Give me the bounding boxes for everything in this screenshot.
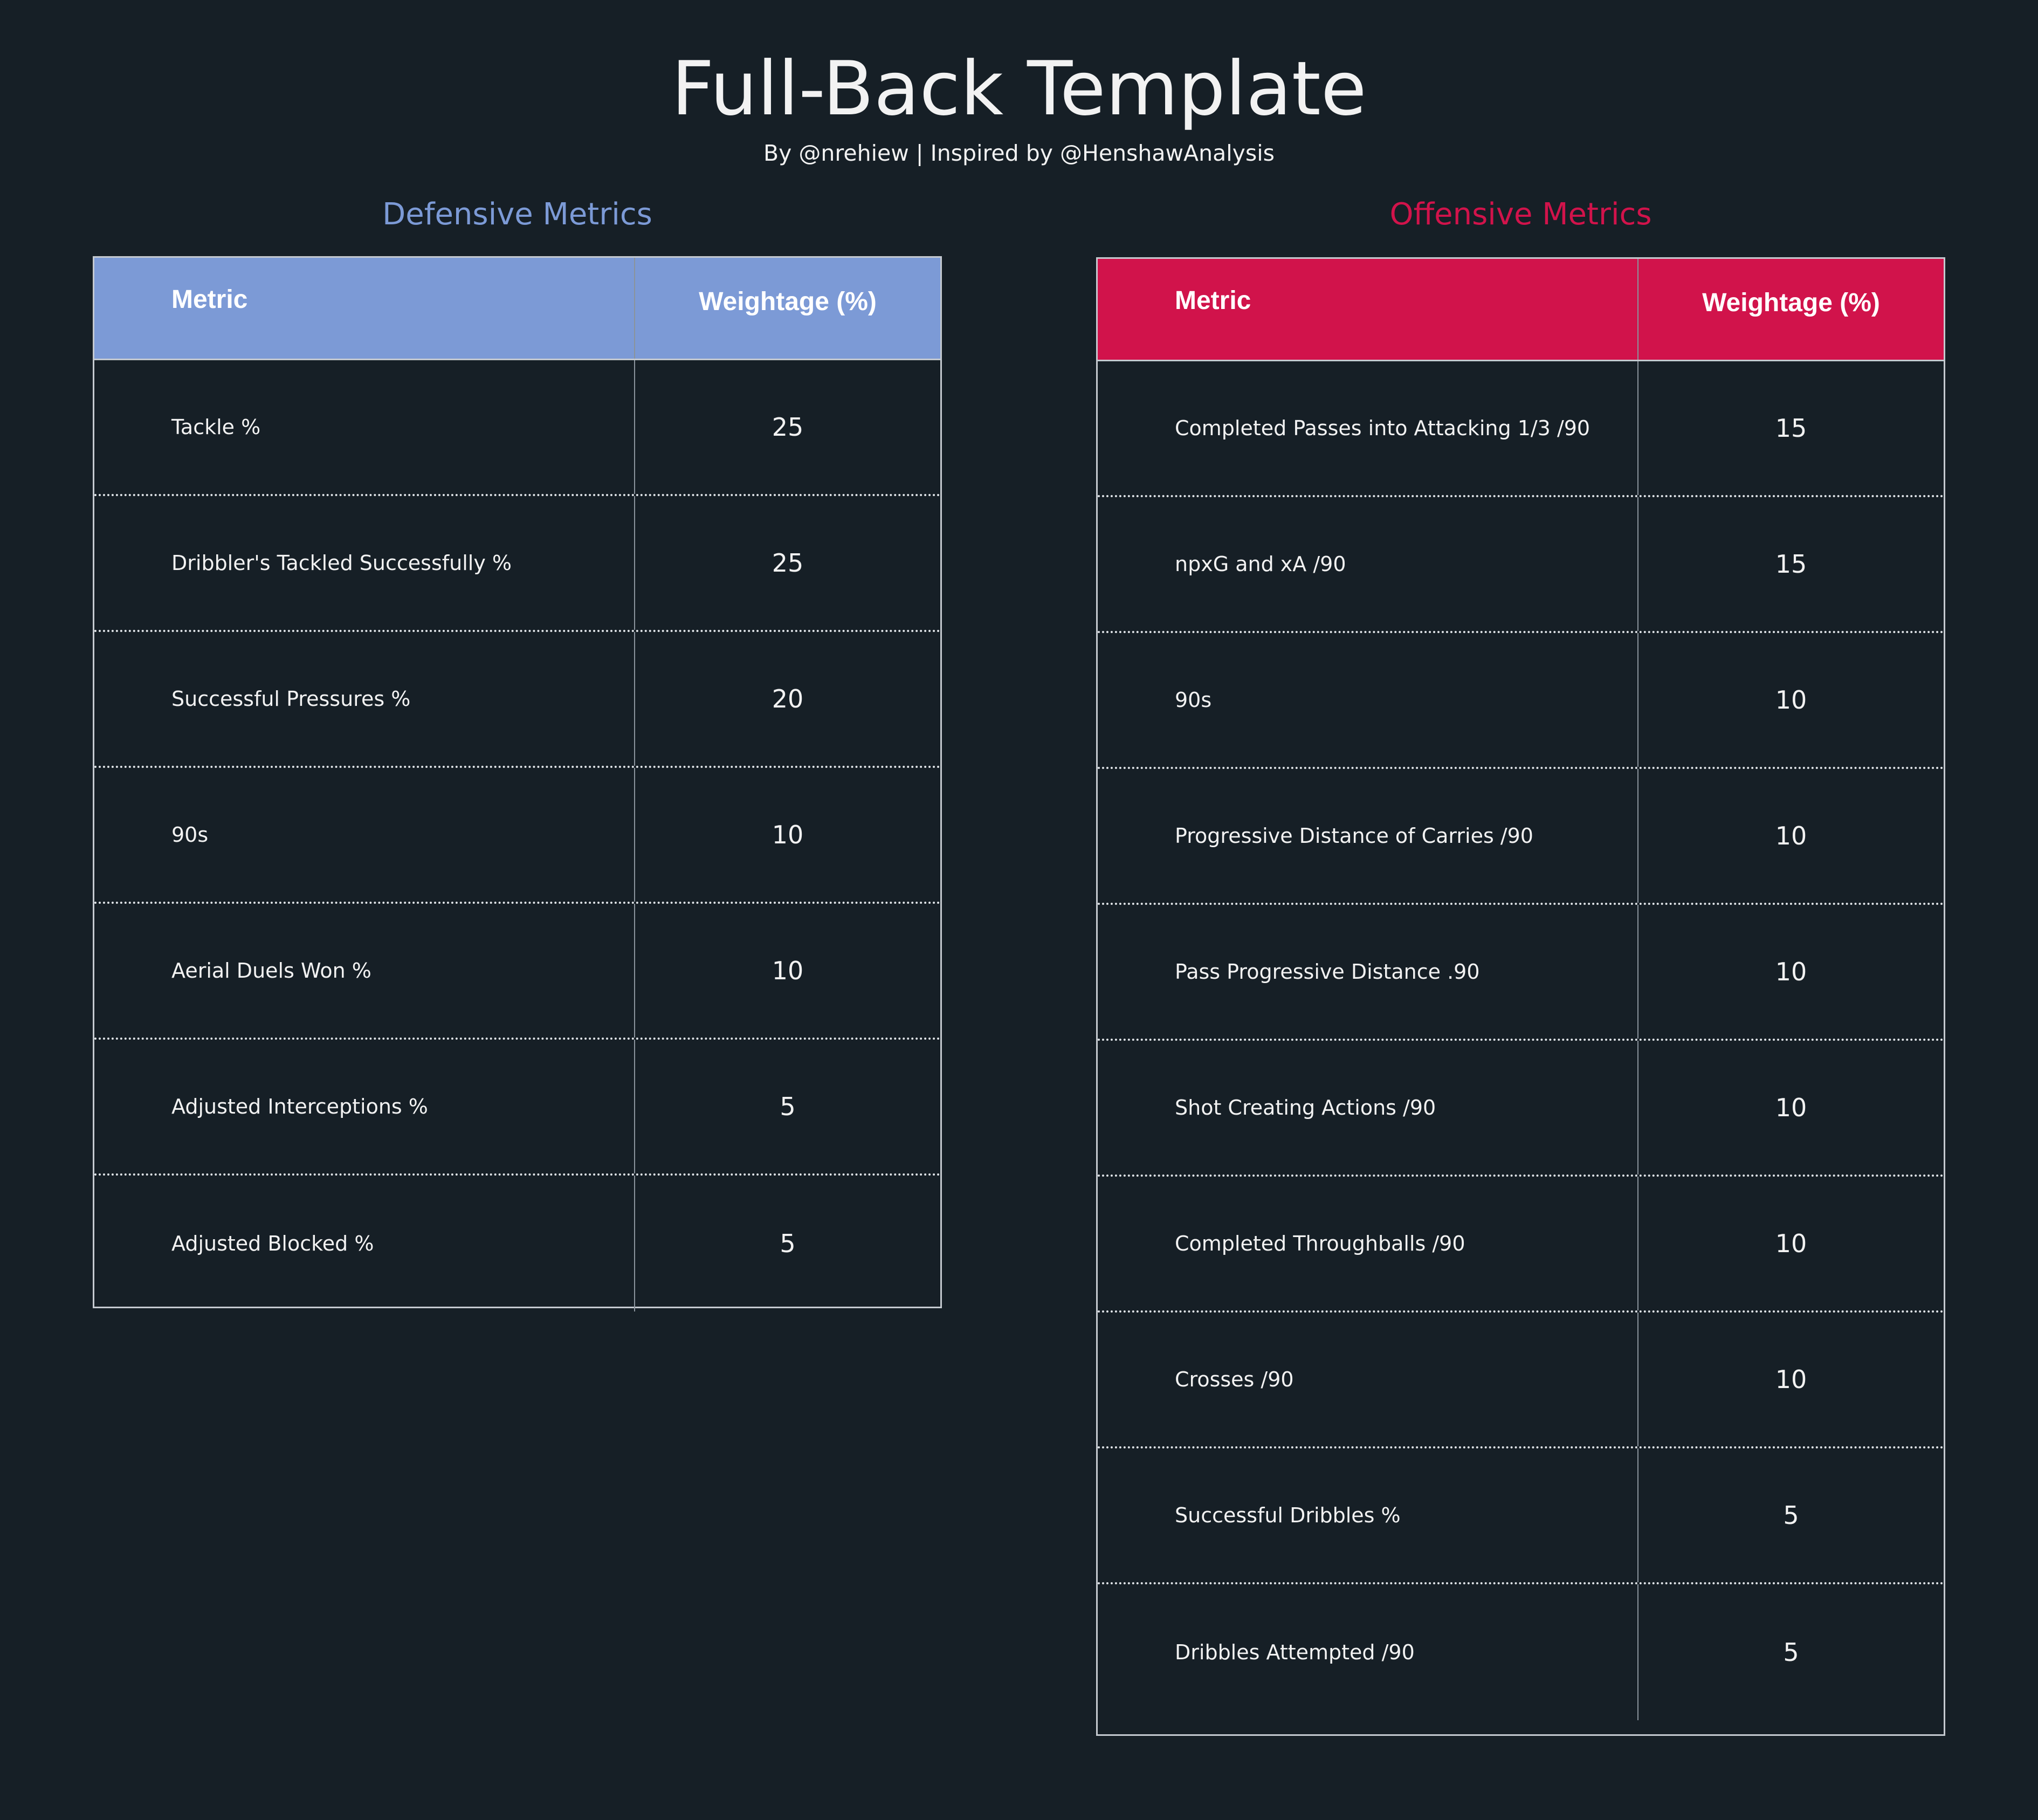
offensive-metric-cell: Completed Throughballs /90 bbox=[1098, 1177, 1638, 1310]
defensive-table-body: Tackle % 25 Dribbler's Tackled Successfull… bbox=[94, 360, 940, 1311]
defensive-header-weightage: Weightage (%) bbox=[699, 287, 877, 316]
offensive-header-weightage: Weightage (%) bbox=[1702, 289, 1880, 317]
defensive-metric-cell: Successful Pressures % bbox=[94, 632, 635, 766]
defensive-table-row: Adjusted Interceptions % 5 bbox=[94, 1040, 940, 1176]
offensive-metric-cell: Pass Progressive Distance .90 bbox=[1098, 905, 1638, 1039]
offensive-weightage-cell: 5 bbox=[1783, 1638, 1799, 1667]
defensive-weightage-cell: 10 bbox=[772, 820, 804, 849]
page-title: Full-Back Template bbox=[671, 45, 1367, 132]
defensive-table-row: Dribbler's Tackled Successfully % 25 bbox=[94, 496, 940, 632]
defensive-table-row: Adjusted Blocked % 5 bbox=[94, 1176, 940, 1311]
offensive-header-metric: Metric bbox=[1098, 259, 1638, 360]
offensive-table-body: Completed Passes into Attacking 1/3 /90 1… bbox=[1098, 361, 1944, 1720]
offensive-metric-cell: Successful Dribbles % bbox=[1098, 1448, 1638, 1582]
defensive-header-metric: Metric bbox=[94, 258, 635, 359]
offensive-table-row: Completed Throughballs /90 10 bbox=[1098, 1177, 1944, 1313]
defensive-weightage-cell: 5 bbox=[780, 1229, 796, 1258]
offensive-table-row: Dribbles Attempted /90 5 bbox=[1098, 1584, 1944, 1720]
defensive-metric-cell: 90s bbox=[94, 768, 635, 902]
defensive-metric-cell: Aerial Duels Won % bbox=[94, 904, 635, 1038]
defensive-table-row: Successful Pressures % 20 bbox=[94, 632, 940, 768]
defensive-metrics-title: Defensive Metrics bbox=[382, 197, 652, 232]
defensive-table-row: Tackle % 25 bbox=[94, 360, 940, 496]
defensive-metric-cell: Adjusted Blocked % bbox=[94, 1176, 635, 1311]
offensive-weightage-cell: 10 bbox=[1775, 1365, 1807, 1394]
offensive-weightage-cell: 10 bbox=[1775, 821, 1807, 850]
offensive-table-row: Pass Progressive Distance .90 10 bbox=[1098, 905, 1944, 1041]
defensive-table-row: Aerial Duels Won % 10 bbox=[94, 904, 940, 1040]
offensive-weightage-cell: 10 bbox=[1775, 685, 1807, 715]
defensive-metrics-table: Metric Weightage (%) Tackle % 25 Dribbler'… bbox=[93, 256, 942, 1311]
offensive-metric-cell: Dribbles Attempted /90 bbox=[1098, 1584, 1638, 1720]
defensive-table-row: 90s 10 bbox=[94, 768, 940, 904]
offensive-metric-cell: 90s bbox=[1098, 633, 1638, 767]
offensive-table-row: 90s 10 bbox=[1098, 633, 1944, 769]
defensive-weightage-cell: 25 bbox=[772, 413, 804, 442]
defensive-metric-cell: Adjusted Interceptions % bbox=[94, 1040, 635, 1173]
defensive-metric-cell: Dribbler's Tackled Successfully % bbox=[94, 496, 635, 630]
offensive-weightage-cell: 10 bbox=[1775, 1229, 1807, 1258]
offensive-metric-cell: Completed Passes into Attacking 1/3 /90 bbox=[1098, 361, 1638, 495]
defensive-table-header: Metric Weightage (%) bbox=[94, 258, 940, 360]
offensive-table-row: Progressive Distance of Carries /90 10 bbox=[1098, 769, 1944, 905]
offensive-table-row: Successful Dribbles % 5 bbox=[1098, 1448, 1944, 1584]
offensive-metric-cell: Crosses /90 bbox=[1098, 1313, 1638, 1446]
offensive-weightage-cell: 10 bbox=[1775, 957, 1807, 986]
offensive-metric-cell: Shot Creating Actions /90 bbox=[1098, 1041, 1638, 1175]
offensive-metric-cell: Progressive Distance of Carries /90 bbox=[1098, 769, 1638, 903]
offensive-table-row: Completed Passes into Attacking 1/3 /90 1… bbox=[1098, 361, 1944, 497]
offensive-table-row: npxG and xA /90 15 bbox=[1098, 497, 1944, 633]
page-subtitle: By @nrehiew | Inspired by @HenshawAnalys… bbox=[763, 140, 1275, 166]
defensive-weightage-cell: 25 bbox=[772, 548, 804, 578]
defensive-metric-cell: Tackle % bbox=[94, 360, 635, 494]
defensive-weightage-cell: 10 bbox=[772, 956, 804, 985]
offensive-metric-cell: npxG and xA /90 bbox=[1098, 497, 1638, 631]
defensive-weightage-cell: 20 bbox=[772, 684, 804, 713]
offensive-table-header: Metric Weightage (%) bbox=[1098, 259, 1944, 361]
offensive-weightage-cell: 15 bbox=[1775, 550, 1807, 579]
offensive-metrics-table: Metric Weightage (%) Completed Passes in… bbox=[1096, 257, 1945, 1736]
offensive-table-row: Crosses /90 10 bbox=[1098, 1313, 1944, 1448]
offensive-table-row: Shot Creating Actions /90 10 bbox=[1098, 1041, 1944, 1177]
defensive-weightage-cell: 5 bbox=[780, 1092, 796, 1121]
offensive-metrics-title: Offensive Metrics bbox=[1389, 197, 1652, 232]
offensive-weightage-cell: 5 bbox=[1783, 1501, 1799, 1530]
offensive-weightage-cell: 15 bbox=[1775, 414, 1807, 443]
offensive-weightage-cell: 10 bbox=[1775, 1093, 1807, 1122]
